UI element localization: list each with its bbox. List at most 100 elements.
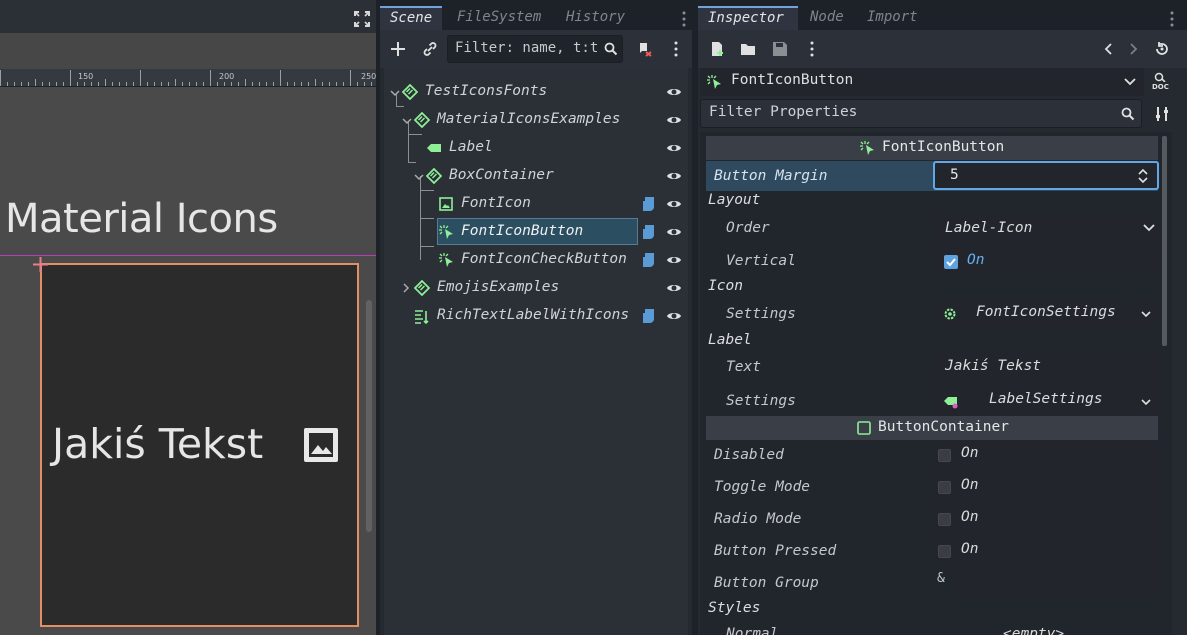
tab-node[interactable]: Node xyxy=(800,6,854,30)
section-styles[interactable]: Styles xyxy=(708,600,760,616)
tab-inspector[interactable]: Inspector xyxy=(698,6,798,30)
prop-label: Vertical xyxy=(726,253,796,269)
script-icon[interactable] xyxy=(642,224,656,240)
button-group-prefix: & xyxy=(937,571,945,586)
add-node-icon[interactable] xyxy=(390,41,406,57)
ruler-tick xyxy=(140,70,141,86)
new-resource-icon[interactable] xyxy=(709,41,725,57)
icon-settings-resource[interactable]: FontIconSettings xyxy=(935,299,1133,329)
tree-row-boxcontainer[interactable]: BoxContainer xyxy=(384,162,688,190)
icon-settings-menu[interactable] xyxy=(1135,299,1159,329)
label-settings-menu[interactable] xyxy=(1135,386,1159,416)
tree-row-testiconsfonts[interactable]: TestIconsFonts xyxy=(384,78,688,106)
chevron-down-icon[interactable] xyxy=(390,89,400,97)
tree-row-fonticon[interactable]: FontIcon xyxy=(384,190,688,218)
ruler-tick xyxy=(126,82,127,86)
inspector-menu-icon[interactable] xyxy=(810,41,814,57)
visibility-eye-icon[interactable] xyxy=(666,309,682,323)
chevron-down-icon[interactable] xyxy=(414,173,424,181)
dock-menu-icon[interactable] xyxy=(682,11,686,27)
inspector-scrollbar[interactable] xyxy=(1162,136,1167,346)
script-icon[interactable] xyxy=(642,252,656,268)
chevron-right-icon[interactable] xyxy=(402,283,410,293)
tree-row-fonticonbutton[interactable]: FontIconButton xyxy=(384,218,688,246)
visibility-eye-icon[interactable] xyxy=(666,225,682,239)
visibility-eye-icon[interactable] xyxy=(666,253,682,267)
checkbox-value: On xyxy=(961,477,979,493)
checkbox-value: On xyxy=(961,445,979,461)
pivot-cross-icon[interactable] xyxy=(32,256,49,273)
filter-properties-input[interactable]: Filter Properties xyxy=(700,99,1142,128)
ruler-tick xyxy=(231,82,232,86)
history-back-icon[interactable] xyxy=(1104,42,1114,56)
ruler-label: 150 xyxy=(78,72,94,81)
ruler-tick xyxy=(273,82,274,86)
ruler-tick xyxy=(175,79,176,86)
link-icon[interactable] xyxy=(422,41,438,57)
order-dropdown[interactable]: Label-Icon xyxy=(935,213,1159,243)
label-settings-resource[interactable]: LabelSettings xyxy=(935,386,1133,416)
ruler-tick xyxy=(35,79,36,86)
tab-filesystem[interactable]: FileSystem xyxy=(447,6,551,30)
section-icon[interactable]: Icon xyxy=(708,278,743,294)
ruler-tick xyxy=(77,82,78,86)
visibility-eye-icon[interactable] xyxy=(666,197,682,211)
resource-name: LabelSettings xyxy=(989,391,1103,407)
tree-row-richtextlabelwithicons[interactable]: RichTextLabelWithIcons xyxy=(384,302,688,330)
tree-item-label: Label xyxy=(449,139,493,155)
toggle-mode-checkbox[interactable]: On xyxy=(933,472,1159,502)
ruler-tick xyxy=(322,82,323,86)
tree-row-label[interactable]: Label xyxy=(384,134,688,162)
category-fonticonbutton: FontIconButton xyxy=(706,136,1158,160)
tab-history[interactable]: History xyxy=(556,6,635,30)
updown-arrows-icon[interactable] xyxy=(1137,168,1149,184)
button-preview-text: Jakiś Tekst xyxy=(52,420,264,468)
button-pressed-checkbox[interactable]: On xyxy=(933,536,1159,566)
tree-row-materialiconsexamples[interactable]: MaterialIconsExamples xyxy=(384,106,688,134)
dock-menu-icon[interactable] xyxy=(1170,11,1174,27)
radio-mode-checkbox[interactable]: On xyxy=(933,504,1159,534)
viewport-scrollbar[interactable] xyxy=(366,300,372,532)
maximize-icon[interactable] xyxy=(354,11,370,27)
section-label[interactable]: Label xyxy=(708,332,752,348)
tree-item-label: TestIconsFonts xyxy=(425,83,548,99)
scene-filter-input[interactable]: Filter: name, t:t xyxy=(447,35,623,63)
script-icon[interactable] xyxy=(642,308,656,324)
visibility-eye-icon[interactable] xyxy=(666,85,682,99)
visibility-eye-icon[interactable] xyxy=(666,281,682,295)
button-group-resource[interactable] xyxy=(954,568,1159,598)
instance-script-icon[interactable] xyxy=(637,41,653,57)
inspector-tabs: Inspector Node Import xyxy=(698,6,1187,30)
history-icon[interactable] xyxy=(1154,41,1170,57)
scene-dock: Scene FileSystem History Filter: name, t… xyxy=(380,6,692,635)
visibility-eye-icon[interactable] xyxy=(666,141,682,155)
tree-row-emojisexamples[interactable]: EmojisExamples xyxy=(384,274,688,302)
save-icon[interactable] xyxy=(772,41,788,57)
button-icon xyxy=(439,253,453,267)
checkbox-unchecked-icon xyxy=(938,481,951,494)
object-selector[interactable]: FontIconButton xyxy=(700,68,1144,96)
disabled-checkbox[interactable]: On xyxy=(933,440,1159,470)
tab-import[interactable]: Import xyxy=(857,6,928,30)
visibility-eye-icon[interactable] xyxy=(666,113,682,127)
horizontal-ruler: 150 200 250 xyxy=(0,69,376,87)
text-input[interactable]: Jakiś Tekst xyxy=(935,352,1159,382)
button-margin-spinbox[interactable]: 5 xyxy=(933,161,1159,190)
chevron-down-icon[interactable] xyxy=(402,117,412,125)
tree-row-fonticoncheckbutton[interactable]: FontIconCheckButton xyxy=(384,246,688,274)
doc-button[interactable]: DOC xyxy=(1150,72,1174,94)
script-icon[interactable] xyxy=(642,196,656,212)
history-forward-icon[interactable] xyxy=(1128,42,1138,56)
vertical-checkbox[interactable]: On xyxy=(935,246,1159,276)
scene-menu-icon[interactable] xyxy=(674,41,678,57)
prop-label: Normal xyxy=(726,626,779,635)
section-layout[interactable]: Layout xyxy=(708,192,760,208)
open-folder-icon[interactable] xyxy=(740,41,756,57)
scene-filter-placeholder: Filter: name, t:t xyxy=(455,40,599,56)
tools-icon[interactable] xyxy=(1154,106,1170,122)
ruler-tick xyxy=(350,70,351,86)
category-buttoncontainer: ButtonContainer xyxy=(706,416,1158,440)
tab-scene[interactable]: Scene xyxy=(380,6,443,30)
canvas-viewport[interactable]: 150 200 250 Material Icons Jakiś Tekst xyxy=(0,0,376,635)
visibility-eye-icon[interactable] xyxy=(666,169,682,183)
